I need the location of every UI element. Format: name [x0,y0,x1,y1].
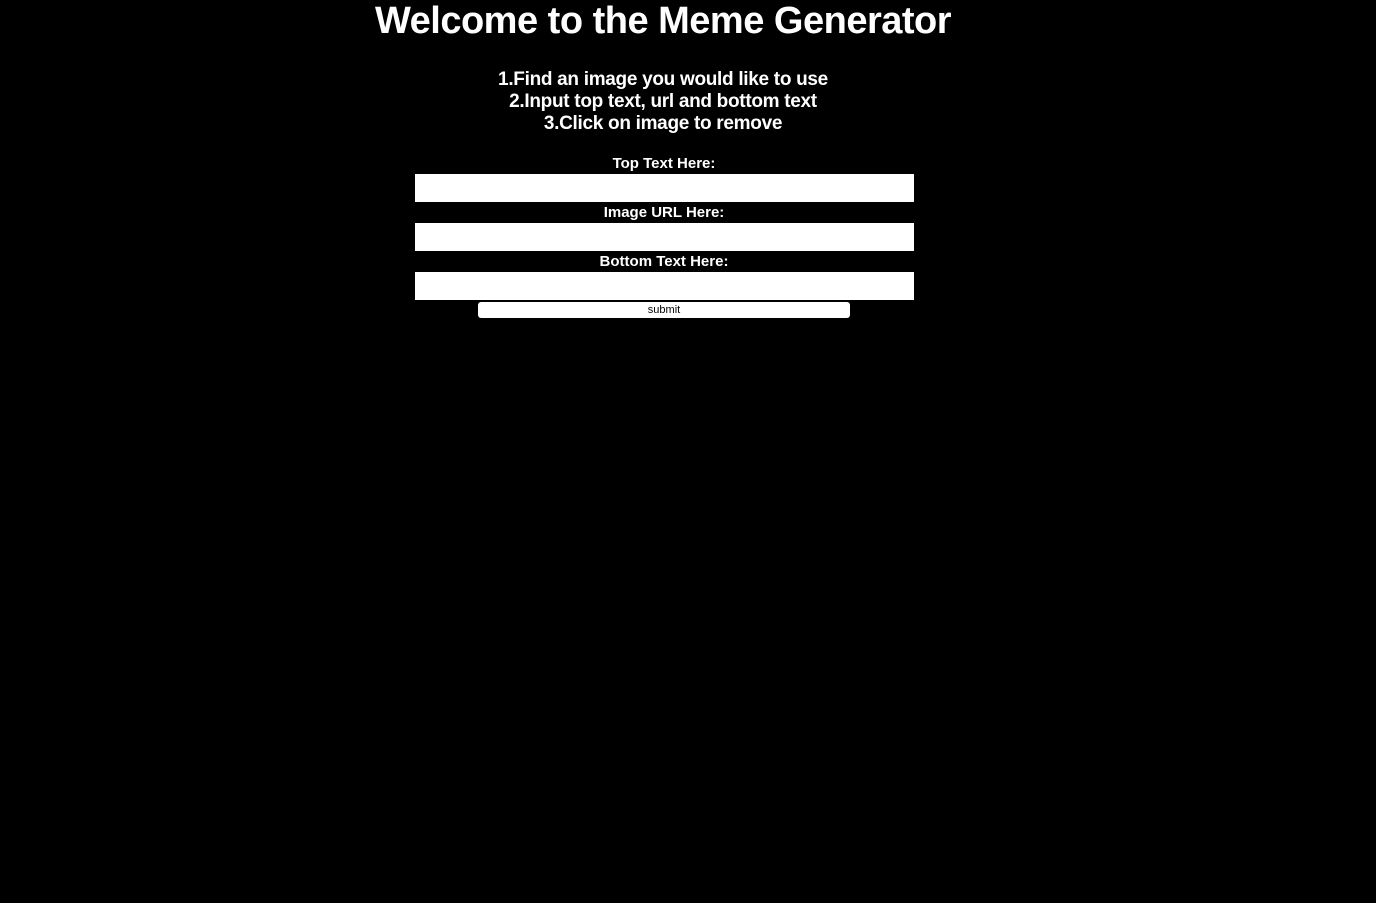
top-text-input[interactable] [415,174,914,202]
page: Welcome to the Meme Generator 1.Find an … [0,0,1376,903]
image-url-input[interactable] [415,223,914,251]
instruction-step-3: 3.Click on image to remove [543,113,783,134]
top-text-label: Top Text Here: [612,155,716,172]
instructions: 1.Find an image you would like to use 2.… [0,69,1326,135]
meme-form: Top Text Here: Image URL Here: Bottom Te… [414,154,914,318]
page-title: Welcome to the Meme Generator [374,0,952,42]
bottom-text-input[interactable] [415,272,914,300]
instruction-step-2: 2.Input top text, url and bottom text [509,91,817,112]
instruction-step-1: 1.Find an image you would like to use [498,69,828,90]
image-url-label: Image URL Here: [603,204,725,221]
bottom-text-label: Bottom Text Here: [599,253,729,270]
submit-button[interactable]: submit [478,302,850,318]
